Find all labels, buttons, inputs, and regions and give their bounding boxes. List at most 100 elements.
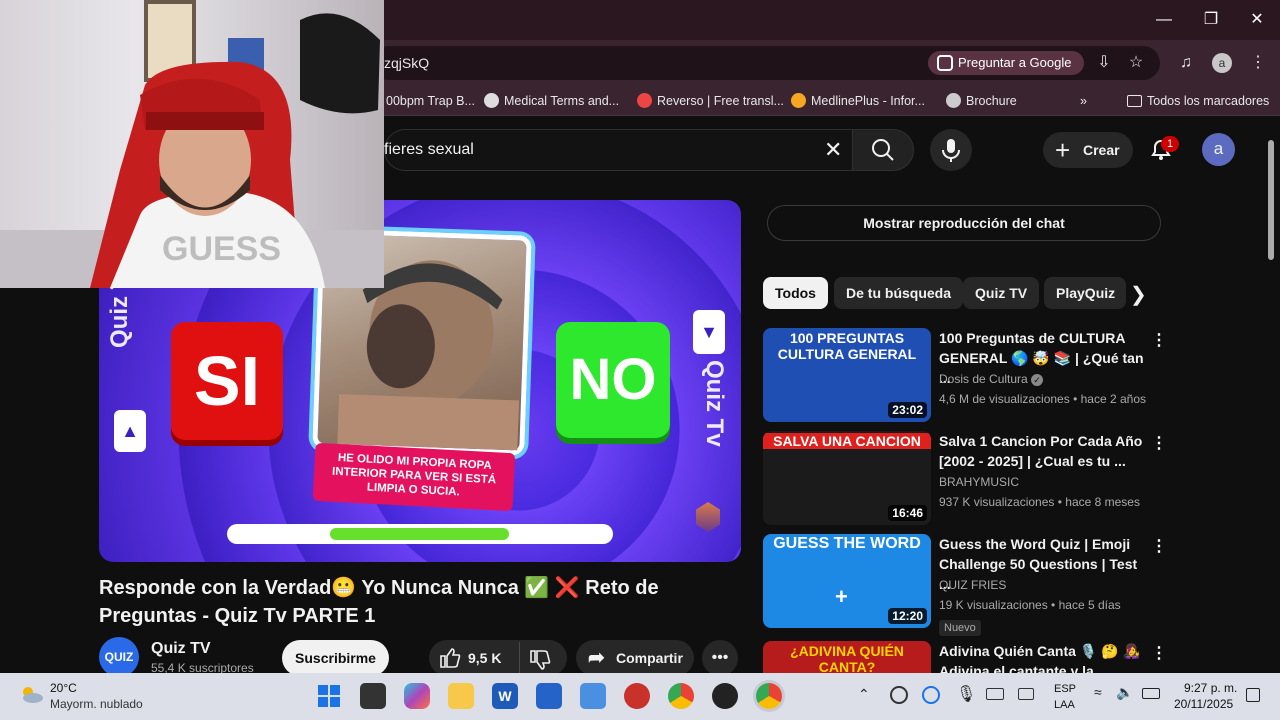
- notification-center-icon[interactable]: [1246, 688, 1260, 702]
- lens-icon: [937, 55, 953, 71]
- recommendation-title[interactable]: Salva 1 Cancion Por Cada Año [2002 - 202…: [939, 431, 1145, 471]
- channel-name[interactable]: Quiz TV: [151, 640, 211, 658]
- recommendation-channel[interactable]: QUIZ FRIES: [939, 578, 1006, 592]
- recommendation-item[interactable]: 100 PREGUNTAS CULTURA GENERAL 23:02 100 P…: [763, 328, 1167, 424]
- recommendation-thumbnail[interactable]: SALVA UNA CANCION 16:46: [763, 431, 931, 525]
- profile-avatar[interactable]: a: [1212, 53, 1232, 73]
- chevron-right-icon[interactable]: ❯: [1130, 282, 1147, 307]
- url-text[interactable]: zqjSkQ: [384, 55, 429, 71]
- thumbnail-text: ¿ADIVINA QUIÉN CANTA?: [790, 643, 904, 673]
- recommendation-menu-icon[interactable]: ⋮: [1151, 536, 1167, 556]
- more-bookmarks-icon[interactable]: »: [1080, 92, 1087, 110]
- bookmark-label: 00bpm Trap B...: [386, 94, 475, 108]
- tray-mic-icon[interactable]: 🎙: [956, 684, 976, 704]
- battery-icon[interactable]: [1142, 688, 1160, 699]
- clock-time[interactable]: 9:27 p. m.: [1184, 681, 1237, 695]
- recommendation-item[interactable]: GUESS THE WORD +12:20 Guess the Word Quiz…: [763, 534, 1167, 636]
- chip-quiz-tv[interactable]: Quiz TV: [963, 277, 1040, 309]
- recommendation-title[interactable]: Adivina Quién Canta 🎙️ 🤔 👩‍🎤 Adivina el …: [939, 641, 1145, 673]
- dislike-button[interactable]: [528, 648, 552, 672]
- like-button[interactable]: [438, 646, 462, 670]
- chip-from-search[interactable]: De tu búsqueda: [834, 277, 964, 309]
- tray-keyboard-icon[interactable]: [986, 688, 1004, 700]
- recommendation-menu-icon[interactable]: ⋮: [1151, 433, 1167, 453]
- video-caption: HE OLIDO MI PROPIA ROPA INTERIOR PARA VE…: [312, 442, 516, 512]
- recommendation-item[interactable]: ¿ADIVINA QUIÉN CANTA? Adivina Quién Cant…: [763, 641, 1163, 673]
- recommendation-thumbnail[interactable]: GUESS THE WORD +12:20: [763, 534, 931, 628]
- voice-search-button[interactable]: [930, 129, 972, 171]
- media-controls-icon[interactable]: ♫: [1176, 53, 1196, 73]
- search-button[interactable]: [852, 129, 914, 171]
- chrome-icon[interactable]: [668, 683, 694, 709]
- weather-icon[interactable]: [18, 683, 44, 705]
- chrome-profile-icon[interactable]: [756, 683, 782, 709]
- weather-temperature[interactable]: 20°C: [50, 681, 77, 695]
- bookmark-favicon: [637, 93, 652, 108]
- recommendation-channel[interactable]: BRAHYMUSIC: [939, 475, 1019, 489]
- search-query-text[interactable]: fieres sexual: [384, 141, 474, 159]
- duration-badge: 16:46: [888, 505, 927, 521]
- recommendation-meta: 937 K visualizaciones • hace 8 meses: [939, 495, 1140, 509]
- subscribe-button[interactable]: Suscribirme: [282, 640, 389, 676]
- recommendation-menu-icon[interactable]: ⋮: [1151, 330, 1167, 350]
- channel-avatar[interactable]: QUIZ: [99, 637, 139, 677]
- powerpoint-icon[interactable]: [624, 683, 650, 709]
- bookmark-item[interactable]: MedlinePlus - Infor...: [791, 92, 925, 110]
- weather-description[interactable]: Mayorm. nublado: [50, 697, 143, 711]
- video-no-card: NO: [556, 322, 670, 438]
- bookmark-item[interactable]: Reverso | Free transl...: [637, 92, 784, 110]
- word-icon[interactable]: W: [492, 683, 518, 709]
- plus-icon: +: [1055, 135, 1071, 165]
- tray-app-icon[interactable]: [890, 686, 908, 704]
- bookmark-item[interactable]: Brochure: [946, 92, 1017, 110]
- tray-chevron-icon[interactable]: ⌃: [858, 686, 870, 703]
- recommendation-channel[interactable]: Dosis de Cultura ✓: [939, 372, 1044, 386]
- microphone-icon: [942, 139, 960, 162]
- clear-search-icon[interactable]: ✕: [824, 137, 842, 163]
- user-avatar[interactable]: a: [1202, 133, 1235, 166]
- bookmark-item[interactable]: Medical Terms and...: [484, 92, 619, 110]
- recommendation-thumbnail[interactable]: 100 PREGUNTAS CULTURA GENERAL 23:02: [763, 328, 931, 422]
- browser-menu-icon[interactable]: ⋮: [1248, 53, 1268, 73]
- more-actions-button[interactable]: •••: [702, 640, 738, 676]
- windows-start-icon[interactable]: [316, 683, 342, 709]
- language-indicator[interactable]: ESP: [1054, 683, 1076, 695]
- install-app-icon[interactable]: ⇩: [1094, 53, 1114, 73]
- recommendation-thumbnail[interactable]: ¿ADIVINA QUIÉN CANTA?: [763, 641, 931, 673]
- obs-icon[interactable]: [712, 683, 738, 709]
- create-button[interactable]: + Crear: [1043, 132, 1133, 168]
- video-progress-fill: [330, 528, 509, 540]
- recommendation-menu-icon[interactable]: ⋮: [1151, 643, 1163, 663]
- chip-all[interactable]: Todos: [763, 277, 828, 309]
- volume-icon[interactable]: 🔈: [1116, 684, 1133, 701]
- streamer-image: GUESS: [0, 0, 384, 288]
- calendar-icon[interactable]: [580, 683, 606, 709]
- recommendation-item[interactable]: SALVA UNA CANCION 16:46 Salva 1 Cancion P…: [763, 431, 1167, 527]
- tray-sync-icon[interactable]: [922, 686, 940, 704]
- ask-google-label: Preguntar a Google: [958, 55, 1072, 70]
- file-explorer-icon[interactable]: [448, 683, 474, 709]
- keyboard-layout[interactable]: LAA: [1054, 699, 1075, 711]
- chip-playquiz[interactable]: PlayQuiz: [1044, 277, 1126, 309]
- star-icon[interactable]: ☆: [1126, 53, 1146, 73]
- recommendation-meta: 4,6 M de visualizaciones • hace 2 años: [939, 392, 1146, 406]
- share-button[interactable]: ➦ Compartir: [576, 640, 694, 676]
- minimize-icon[interactable]: —: [1150, 8, 1178, 32]
- restore-icon[interactable]: ❐: [1197, 8, 1225, 32]
- thumbnail-text: GUESS THE WORD: [773, 535, 921, 552]
- clock-date[interactable]: 20/11/2025: [1174, 697, 1233, 711]
- ask-google-button[interactable]: Preguntar a Google: [928, 51, 1084, 75]
- recommendation-meta: 19 K visualizaciones • hace 5 días: [939, 598, 1121, 612]
- all-bookmarks-folder[interactable]: Todos los marcadores: [1127, 92, 1269, 110]
- page-scrollbar[interactable]: [1268, 140, 1274, 260]
- wifi-icon[interactable]: ≈: [1094, 684, 1102, 700]
- windows-logo: [318, 685, 340, 707]
- copilot-icon[interactable]: [404, 683, 430, 709]
- store-icon[interactable]: [536, 683, 562, 709]
- show-chat-replay-button[interactable]: Mostrar reproducción del chat: [767, 205, 1161, 241]
- task-view-icon[interactable]: [360, 683, 386, 709]
- notification-count-badge: 1: [1161, 136, 1179, 152]
- svg-text:GUESS: GUESS: [162, 230, 281, 268]
- tray-display-icon[interactable]: [1018, 688, 1034, 700]
- close-window-icon[interactable]: ✕: [1243, 8, 1271, 32]
